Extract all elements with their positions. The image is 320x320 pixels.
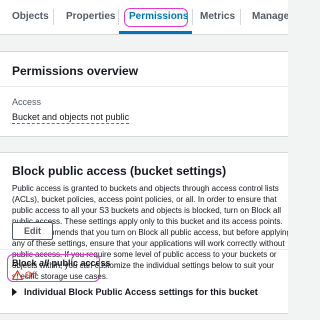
tab-divider xyxy=(53,9,54,25)
tab-management[interactable]: Management xyxy=(252,10,288,24)
panel-title: Block public access (bucket settings) xyxy=(12,164,227,178)
tab-properties[interactable]: Properties xyxy=(66,10,115,24)
panel-divider xyxy=(0,249,288,250)
status-value: Off xyxy=(25,270,37,280)
tab-objects[interactable]: Objects xyxy=(12,10,49,24)
panel-title: Permissions overview xyxy=(12,64,139,78)
block-all-public-access-label: Block all public access xyxy=(12,258,111,268)
edit-button[interactable]: Edit xyxy=(12,222,53,240)
tab-bar: Objects Properties Permissions Metrics M… xyxy=(0,0,288,35)
tab-divider xyxy=(192,9,193,25)
access-label: Access xyxy=(12,97,42,107)
tab-permissions[interactable]: Permissions xyxy=(129,10,188,24)
access-value[interactable]: Bucket and objects not public xyxy=(12,112,130,124)
active-tab-indicator xyxy=(119,31,192,34)
panel-divider xyxy=(0,86,288,87)
permissions-overview-panel: Permissions overview Access Bucket and o… xyxy=(0,51,288,137)
expander-label: Individual Block Public Access settings … xyxy=(24,287,258,297)
block-public-access-panel: Block public access (bucket settings) Pu… xyxy=(0,152,288,314)
tab-metrics[interactable]: Metrics xyxy=(200,10,235,24)
tab-divider xyxy=(240,9,241,25)
caret-right-icon xyxy=(12,288,17,296)
tab-divider xyxy=(118,9,119,25)
warning-icon xyxy=(12,270,23,280)
